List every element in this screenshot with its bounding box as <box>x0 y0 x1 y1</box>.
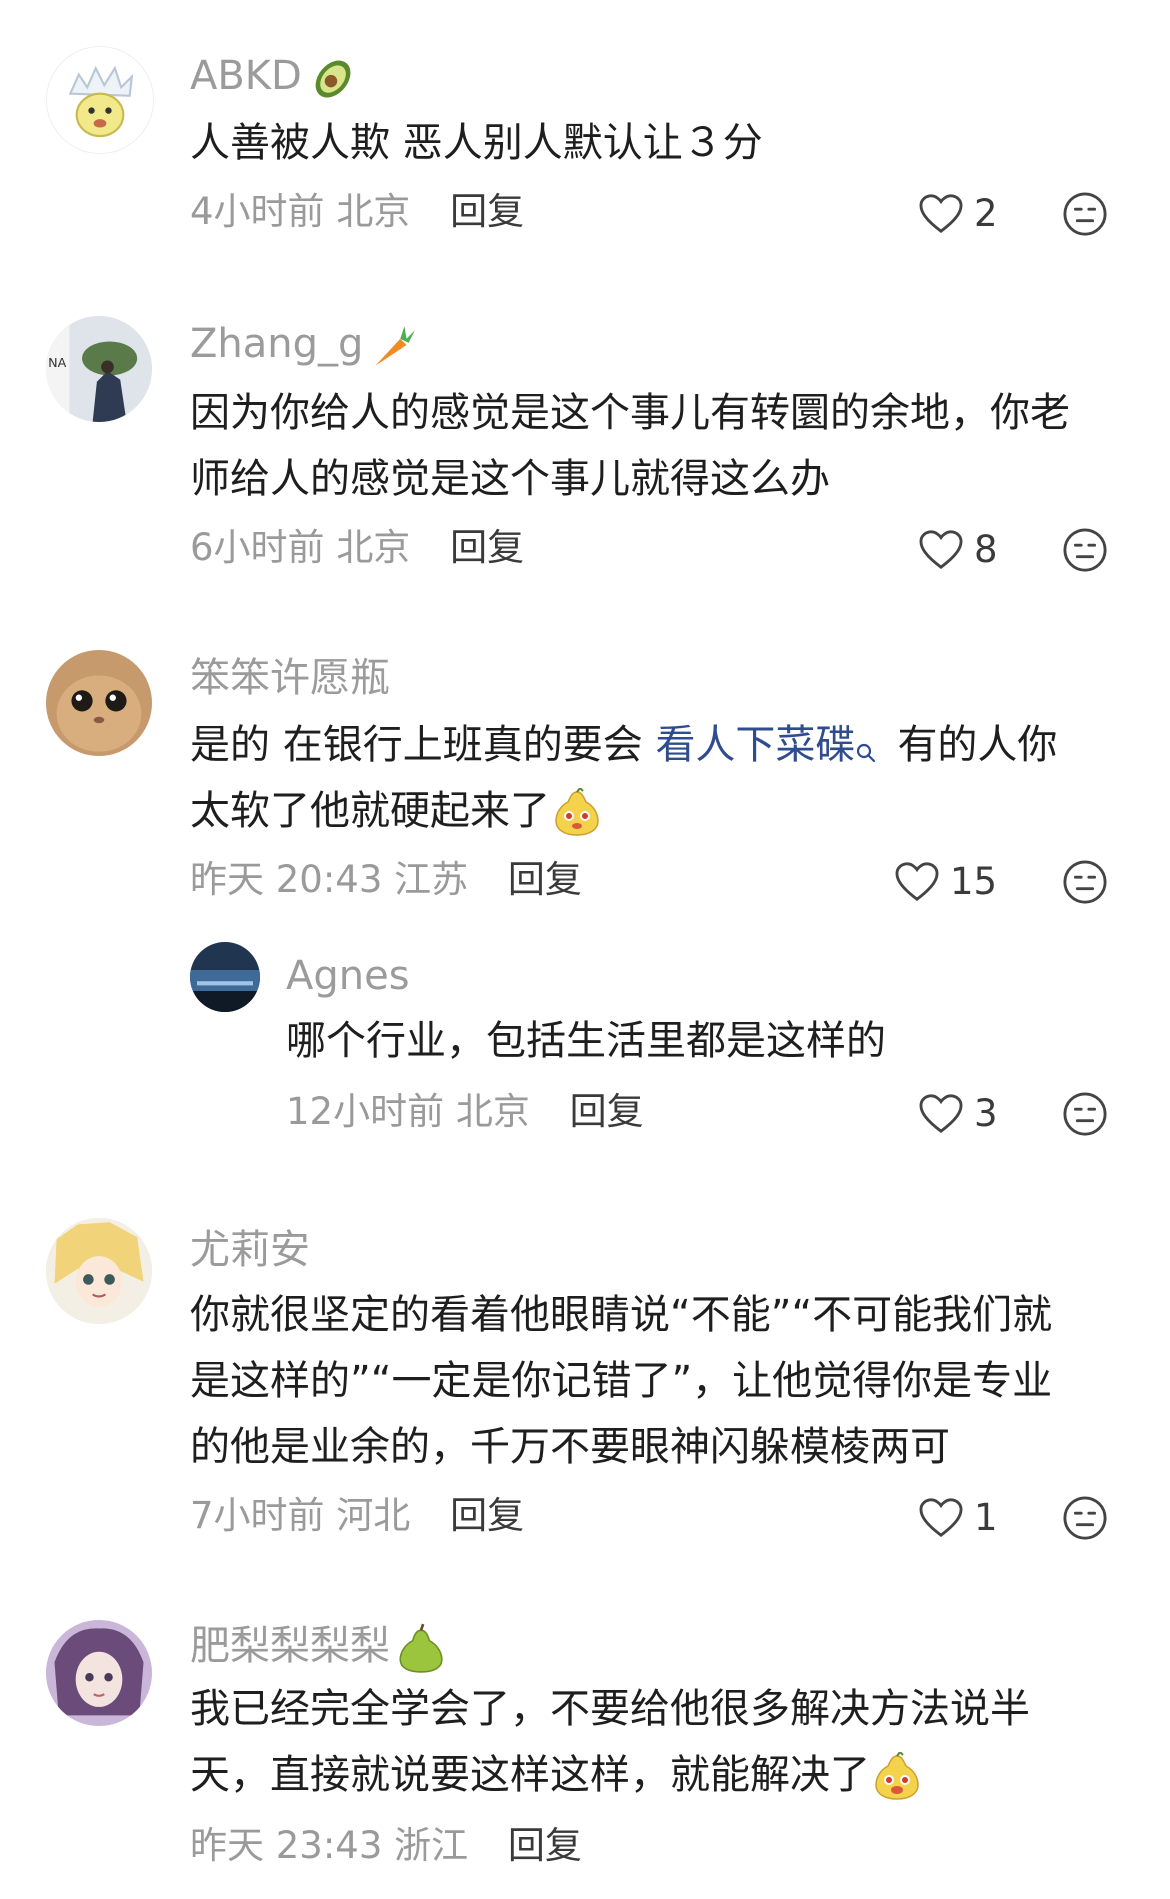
location: 北京 <box>336 526 411 569</box>
comment-line: 哪个行业，包括生活里都是这样的 <box>286 1018 886 1064</box>
comment-text-segment: 太软了他就硬起来了 <box>190 788 550 834</box>
dislike-face-icon[interactable] <box>1062 1495 1108 1541</box>
comment-text: 你就很坚定的看着他眼睛说“不能”“不可能我们就 是这样的”“一定是你记错了”，让… <box>190 1282 1052 1480</box>
location: 北京 <box>336 190 411 233</box>
reply-button[interactable]: 回复 <box>508 1824 582 1867</box>
comment-text: 是的 在银行上班真的要会 看人下菜碟 有的人你 太软了他就硬起来了 <box>190 712 1057 844</box>
location: 浙江 <box>394 1824 469 1867</box>
timestamp: 昨天 20:43 <box>190 858 383 901</box>
timestamp: 4小时前 <box>190 190 325 233</box>
location: 江苏 <box>394 858 469 901</box>
comment-text: 人善被人欺 恶人别人默认让３分 <box>190 110 763 176</box>
dislike-face-icon[interactable] <box>1062 1091 1108 1137</box>
like-count: 2 <box>974 192 998 235</box>
reply-button[interactable]: 回复 <box>450 1494 524 1537</box>
like-button[interactable]: 15 <box>894 858 997 906</box>
timestamp: 昨天 23:43 <box>190 1824 383 1867</box>
search-link[interactable]: 看人下菜碟 <box>655 722 855 768</box>
heart-icon <box>918 1093 964 1135</box>
comment-text: 因为你给人的感觉是这个事儿有转圜的余地，你老 师给人的感觉是这个事儿就得这么办 <box>190 380 1070 512</box>
svg-text:NA: NA <box>48 355 67 370</box>
timestamp: 7小时前 <box>190 1494 325 1537</box>
username-text[interactable]: 笨笨许愿瓶 <box>190 655 390 701</box>
dislike-face-icon[interactable] <box>1062 527 1108 573</box>
like-button[interactable]: 8 <box>918 526 998 574</box>
comment-line: 太软了他就硬起来了 <box>190 778 1057 844</box>
comment-meta: 12小时前 北京 回复 <box>286 1090 644 1134</box>
like-button[interactable]: 3 <box>918 1090 998 1138</box>
username-text[interactable]: 尤莉安 <box>190 1227 310 1273</box>
dislike-face-icon[interactable] <box>1062 859 1108 905</box>
pear-face-emoji-icon <box>872 1752 922 1802</box>
reply-button[interactable]: 回复 <box>450 190 524 233</box>
heart-icon <box>894 861 940 903</box>
comment-line: 我已经完全学会了，不要给他很多解决方法说半 <box>190 1686 1030 1732</box>
comment-text-segment: 是的 在银行上班真的要会 <box>190 722 656 768</box>
search-icon[interactable] <box>855 718 877 763</box>
reply-button[interactable]: 回复 <box>570 1090 644 1133</box>
dislike-face-icon[interactable] <box>1062 191 1108 237</box>
location: 北京 <box>455 1090 530 1133</box>
comment-line: 是的 在银行上班真的要会 看人下菜碟 有的人你 <box>190 712 1057 778</box>
like-button[interactable]: 1 <box>918 1494 998 1542</box>
like-count: 3 <box>974 1092 998 1135</box>
comment-text-segment: 有的人你 <box>897 722 1058 768</box>
timestamp: 6小时前 <box>190 526 325 569</box>
username[interactable]: 笨笨许愿瓶 <box>190 654 390 702</box>
username[interactable]: 尤莉安 <box>190 1226 310 1274</box>
avatar[interactable] <box>46 46 154 154</box>
comment-meta: 6小时前 北京 回复 <box>190 526 524 570</box>
username[interactable]: Zhang_g <box>190 320 419 372</box>
comment-line: 的他是业余的，千万不要眼神闪躲模棱两可 <box>190 1424 950 1470</box>
comment-line: 是这样的”“一定是你记错了”，让他觉得你是专业 <box>190 1358 1053 1404</box>
pear-icon <box>394 1622 446 1674</box>
heart-icon <box>918 529 964 571</box>
comment-line: 人善被人欺 恶人别人默认让３分 <box>190 120 763 166</box>
comment-line: 天，直接就说要这样这样，就能解决了 <box>190 1742 1030 1808</box>
avatar[interactable] <box>46 1620 152 1726</box>
location: 河北 <box>336 1494 411 1537</box>
comment-meta: 7小时前 河北 回复 <box>190 1494 524 1538</box>
comment-line: 因为你给人的感觉是这个事儿有转圜的余地，你老 <box>190 390 1070 436</box>
comment-text: 哪个行业，包括生活里都是这样的 <box>286 1008 886 1074</box>
comment-line: 你就很坚定的看着他眼睛说“不能”“不可能我们就 <box>190 1292 1053 1338</box>
username[interactable]: ABKD <box>190 52 358 104</box>
like-count: 8 <box>974 528 998 571</box>
reply-button[interactable]: 回复 <box>508 858 582 901</box>
pear-face-emoji-icon <box>552 788 602 838</box>
like-count: 15 <box>950 860 998 903</box>
avatar[interactable] <box>46 1218 152 1324</box>
comment-meta: 昨天 20:43 江苏 回复 <box>190 858 582 902</box>
heart-icon <box>918 193 964 235</box>
username-text[interactable]: Agnes <box>286 953 410 999</box>
username[interactable]: 肥梨梨梨梨 <box>190 1622 446 1674</box>
username-text[interactable]: Zhang_g <box>190 321 363 367</box>
avatar[interactable] <box>190 942 260 1012</box>
avocado-icon <box>306 52 358 104</box>
like-button[interactable]: 2 <box>918 190 998 238</box>
avatar[interactable] <box>46 650 152 756</box>
comment-meta: 4小时前 北京 回复 <box>190 190 524 234</box>
timestamp: 12小时前 <box>286 1090 445 1133</box>
heart-icon <box>918 1497 964 1539</box>
username-text[interactable]: 肥梨梨梨梨 <box>190 1623 390 1669</box>
reply-button[interactable]: 回复 <box>450 526 524 569</box>
comment-text: 我已经完全学会了，不要给他很多解决方法说半 天，直接就说要这样这样，就能解决了 <box>190 1676 1030 1808</box>
avatar[interactable]: NA <box>46 316 152 422</box>
username[interactable]: Agnes <box>286 952 410 1000</box>
comment-line: 师给人的感觉是这个事儿就得这么办 <box>190 456 830 502</box>
carrot-icon <box>367 320 419 372</box>
comment-text-segment: 天，直接就说要这样这样，就能解决了 <box>190 1752 870 1798</box>
like-count: 1 <box>974 1496 998 1539</box>
comment-meta: 昨天 23:43 浙江 回复 <box>190 1824 582 1868</box>
username-text[interactable]: ABKD <box>190 53 302 99</box>
